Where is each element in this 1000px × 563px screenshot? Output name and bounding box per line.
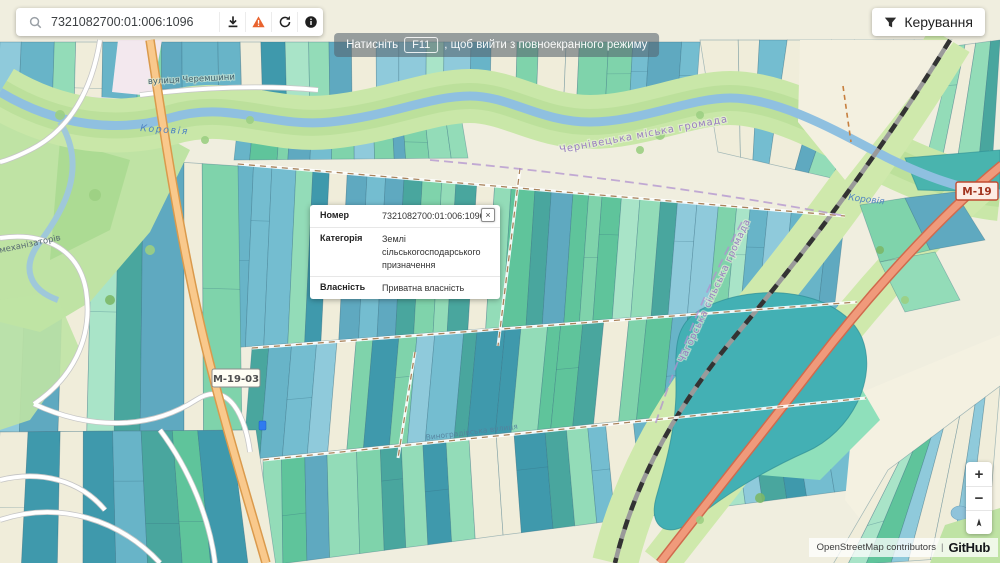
map-marker[interactable] <box>258 420 267 431</box>
toast-prefix: Натисніть <box>346 39 399 51</box>
attribution-bar: OpenStreetMap contributors | GitHub <box>808 538 998 557</box>
popup-field-value: Землі сільськогосподарського призначення <box>382 234 481 270</box>
manage-button-label: Керування <box>904 14 973 30</box>
parcel <box>201 163 243 431</box>
refresh-button[interactable] <box>271 12 297 32</box>
parcel <box>281 455 308 563</box>
parcel-info-popup: × Номер 7321082700:01:006:1096 Категорія… <box>310 205 500 299</box>
attribution-separator: | <box>941 542 944 553</box>
search-bar <box>16 8 323 36</box>
map-app: вулиця Черемшини Коровія Коровія Черніве… <box>0 0 1000 563</box>
osm-attribution-link[interactable]: OpenStreetMap contributors <box>817 542 936 553</box>
map-canvas[interactable]: вулиця Черемшини Коровія Коровія Черніве… <box>0 0 1000 563</box>
popup-row-number: Номер 7321082700:01:006:1096 <box>310 205 500 227</box>
popup-field-label: Категорія <box>320 233 363 243</box>
manage-button[interactable]: Керування <box>872 8 985 36</box>
parcel <box>304 453 330 561</box>
popup-row-ownership: Власність Приватна власність <box>310 276 500 299</box>
compass-button[interactable] <box>966 510 992 534</box>
fullscreen-toast: Натисніть F11 , щоб вийти з повноекранно… <box>334 33 660 57</box>
zoom-in-button[interactable]: + <box>966 462 992 486</box>
popup-field-value: 7321082700:01:006:1096 <box>382 211 485 221</box>
warning-icon <box>252 16 265 28</box>
info-icon <box>304 16 317 28</box>
parcel <box>326 450 361 558</box>
download-icon <box>228 16 237 28</box>
download-button[interactable] <box>219 12 245 32</box>
parcel <box>57 430 84 563</box>
popup-field-label: Власність <box>320 282 366 292</box>
search-input[interactable] <box>43 15 219 29</box>
popup-field-value: Приватна власність <box>382 283 465 293</box>
github-logo[interactable]: GitHub <box>948 540 990 555</box>
f11-key-badge: F11 <box>404 37 439 53</box>
parcel <box>21 431 61 563</box>
search-icon <box>28 15 43 30</box>
refresh-icon <box>279 16 290 28</box>
road-badge-m19-03: М-19-03 <box>211 368 261 388</box>
svg-text:М-19: М-19 <box>962 186 991 198</box>
popup-row-category: Категорія Землі сільськогосподарського п… <box>310 227 500 276</box>
info-button[interactable] <box>297 12 323 32</box>
svg-text:М-19-03: М-19-03 <box>213 374 259 385</box>
popup-field-label: Номер <box>320 210 350 220</box>
zoom-control: + − <box>966 462 992 534</box>
road-badge-m19: М-19 <box>955 181 999 201</box>
zoom-out-button[interactable]: − <box>966 486 992 510</box>
filter-icon <box>885 17 897 27</box>
parcel <box>356 447 385 554</box>
popup-close-button[interactable]: × <box>481 208 495 222</box>
toast-suffix: , щоб вийти з повноекранного режиму <box>444 39 648 51</box>
compass-icon <box>976 518 982 526</box>
warning-button[interactable] <box>245 12 271 32</box>
